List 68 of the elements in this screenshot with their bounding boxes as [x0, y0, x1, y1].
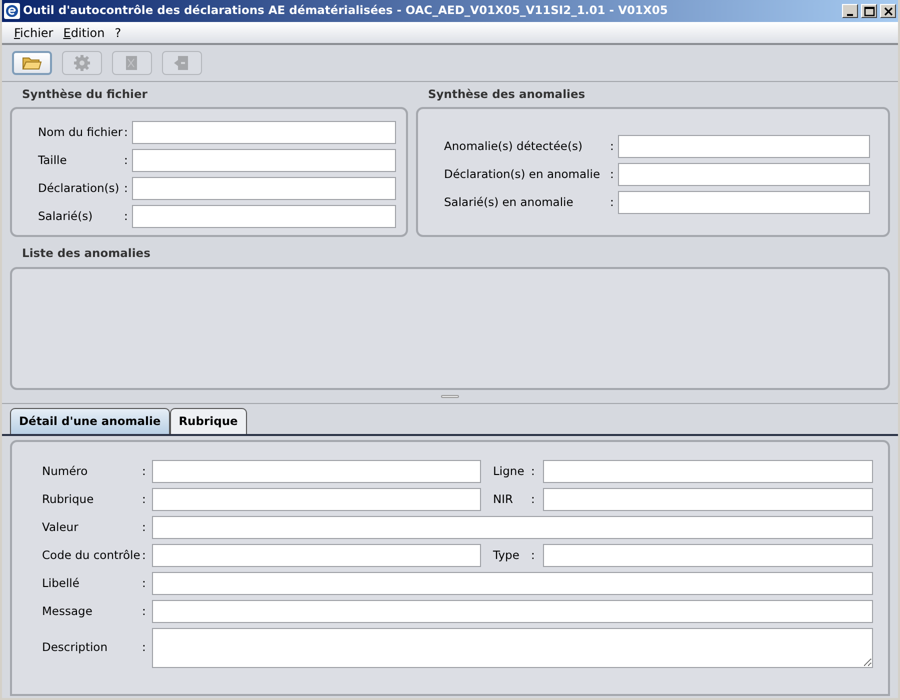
- field-label: Libellé: [42, 574, 80, 592]
- field-label: Salarié(s) en anomalie: [444, 194, 574, 212]
- text-field[interactable]: [132, 149, 396, 172]
- menu-item[interactable]: Edition: [63, 24, 105, 42]
- maximize-button[interactable]: [861, 4, 877, 18]
- text-field[interactable]: [152, 516, 873, 539]
- text-field[interactable]: [618, 135, 870, 158]
- field-colon: :: [142, 546, 147, 564]
- field-colon: :: [124, 124, 128, 142]
- text-field[interactable]: [152, 600, 873, 623]
- field-label: Type: [492, 546, 520, 564]
- field-label: Valeur: [42, 518, 80, 536]
- text-field[interactable]: [152, 572, 873, 595]
- panel-title: Synthèse des anomalies: [427, 86, 586, 103]
- app-logo-icon: [4, 3, 20, 19]
- window-title: Outil d'autocontrôle des déclarations AE dématérialisées - OAC_AED_V01X05_V11SI2_1.01 - V01X05: [23, 2, 669, 20]
- minimize-icon: [847, 14, 853, 16]
- field-colon: :: [610, 166, 614, 184]
- text-field[interactable]: [132, 121, 396, 144]
- field-colon: :: [124, 208, 128, 226]
- field-colon: :: [142, 490, 147, 508]
- field-label: Ligne: [492, 462, 526, 480]
- field-label: Taille: [38, 152, 68, 170]
- text-field[interactable]: [543, 488, 873, 511]
- text-field[interactable]: [132, 205, 396, 228]
- field-label: Message: [42, 602, 94, 620]
- gear-icon: [71, 53, 93, 73]
- menu-item[interactable]: Fichier: [14, 24, 54, 42]
- field-colon: :: [142, 462, 147, 480]
- text-field[interactable]: [152, 460, 481, 483]
- text-field[interactable]: [543, 544, 873, 567]
- field-label: Salarié(s): [38, 208, 94, 226]
- text-field[interactable]: [152, 488, 481, 511]
- text-field[interactable]: [132, 177, 396, 200]
- text-field[interactable]: [618, 191, 870, 214]
- field-colon: :: [142, 574, 147, 592]
- panel-title: Synthèse du fichier: [21, 86, 148, 103]
- field-colon: :: [531, 546, 536, 564]
- text-field[interactable]: [543, 460, 873, 483]
- field-label: Numéro: [42, 462, 89, 480]
- field-label: Déclaration(s): [38, 180, 120, 198]
- field-colon: :: [531, 490, 536, 508]
- field-label: Déclaration(s) en anomalie: [444, 166, 602, 184]
- field-colon: :: [531, 462, 536, 480]
- field-colon: :: [610, 194, 614, 212]
- field-colon: :: [142, 518, 147, 536]
- tab[interactable]: Détail d'une anomalie: [10, 408, 170, 434]
- field-label: Anomalie(s) détectée(s): [444, 138, 584, 156]
- close-icon: [882, 6, 894, 16]
- field-colon: :: [142, 639, 147, 656]
- field-label: Rubrique: [42, 490, 95, 508]
- maximize-icon: [862, 6, 876, 16]
- field-label: Code du contrôle: [42, 546, 142, 564]
- field-colon: :: [610, 138, 614, 156]
- field-colon: :: [124, 152, 128, 170]
- close-button[interactable]: [880, 4, 896, 18]
- menu-item[interactable]: ?: [114, 24, 122, 42]
- toolbar-button[interactable]: [12, 51, 52, 75]
- field-colon: :: [124, 180, 128, 198]
- text-area[interactable]: [152, 628, 873, 668]
- text-field[interactable]: [618, 163, 870, 186]
- field-label: NIR: [492, 490, 514, 508]
- text-field[interactable]: [152, 544, 481, 567]
- tab[interactable]: Rubrique: [170, 408, 247, 434]
- field-colon: :: [142, 602, 147, 620]
- field-label: Description: [42, 639, 108, 656]
- panel-title: Liste des anomalies: [21, 245, 152, 262]
- minimize-button[interactable]: [842, 4, 858, 18]
